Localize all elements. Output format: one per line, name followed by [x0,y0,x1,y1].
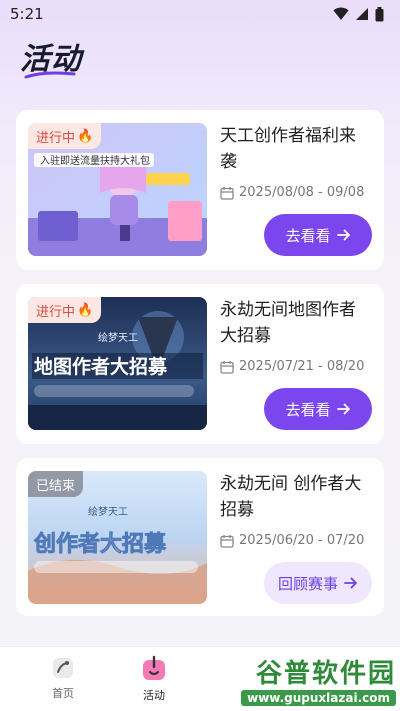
status-badge: 进行中 🔥 [28,123,102,149]
calendar-icon [220,534,234,548]
review-button[interactable]: 回顾赛事 [264,562,372,604]
activity-date: 2025/07/21 - 08/20 [220,359,364,374]
wifi-icon [333,7,349,20]
status-badge: 已结束 [28,471,84,497]
calendar-icon [220,360,234,374]
arrow-right-icon [336,229,350,241]
activity-title: 永劫无间 创作者大招募 [220,474,362,520]
banner-brand: 绘梦天工 [98,331,138,344]
activity-thumbnail[interactable]: 入驻即送流量扶持大礼包 进行中 🔥 [28,123,207,256]
banner-brand: 绘梦天工 [88,505,128,518]
view-button[interactable]: 去看看 [264,214,372,256]
watermark: 谷普软件园 www.gupuxlazai.com [216,649,396,709]
view-button[interactable]: 去看看 [264,388,372,430]
activity-card[interactable]: 入驻即送流量扶持大礼包 进行中 🔥 天工创作者福利来袭 2025/08/08 -… [16,110,384,270]
status-icons [333,6,384,22]
fire-icon: 🔥 [77,302,94,318]
status-bar: 5:21 [0,0,400,28]
home-icon [53,658,73,678]
title-underline-decoration [24,71,76,79]
banner-text: 地图作者大招募 [34,355,168,378]
activity-icon [143,655,165,680]
fire-icon: 🔥 [77,128,94,144]
status-time: 5:21 [10,5,44,23]
battery-icon [375,6,384,21]
activity-card[interactable]: 绘梦天工 创作者大招募 已结束 永劫无间 创作者大招募 2025/06/20 -… [16,458,384,616]
activity-thumbnail[interactable]: 绘梦天工 创作者大招募 已结束 [28,471,207,604]
watermark-main: 谷普软件园 [255,658,396,689]
arrow-right-icon [344,577,357,589]
activity-date: 2025/08/08 - 09/08 [220,185,364,200]
activity-card[interactable]: 地图作者大招募 绘梦天工 进行中 🔥 永劫无间地图作者大招募 2025/07/2… [16,284,384,444]
activity-title: 天工创作者福利来袭 [220,126,356,172]
banner-text: 入驻即送流量扶持大礼包 [40,154,150,167]
calendar-icon [220,186,234,200]
banner-text: 创作者大招募 [33,532,167,557]
status-badge: 进行中 🔥 [28,297,102,323]
bottom-tabbar: 首页 活动 谷普软件园 www.gupuxlazai.com [0,646,400,711]
activity-date: 2025/06/20 - 07/20 [220,533,364,548]
tab-home[interactable]: 首页 [33,655,93,701]
activity-thumbnail[interactable]: 地图作者大招募 绘梦天工 进行中 🔥 [28,297,207,430]
activity-title: 永劫无间地图作者大招募 [220,300,356,346]
signal-icon [356,8,368,20]
arrow-right-icon [336,403,350,415]
watermark-url: www.gupuxlazai.com [241,689,396,706]
tab-activity[interactable]: 活动 [124,655,184,703]
